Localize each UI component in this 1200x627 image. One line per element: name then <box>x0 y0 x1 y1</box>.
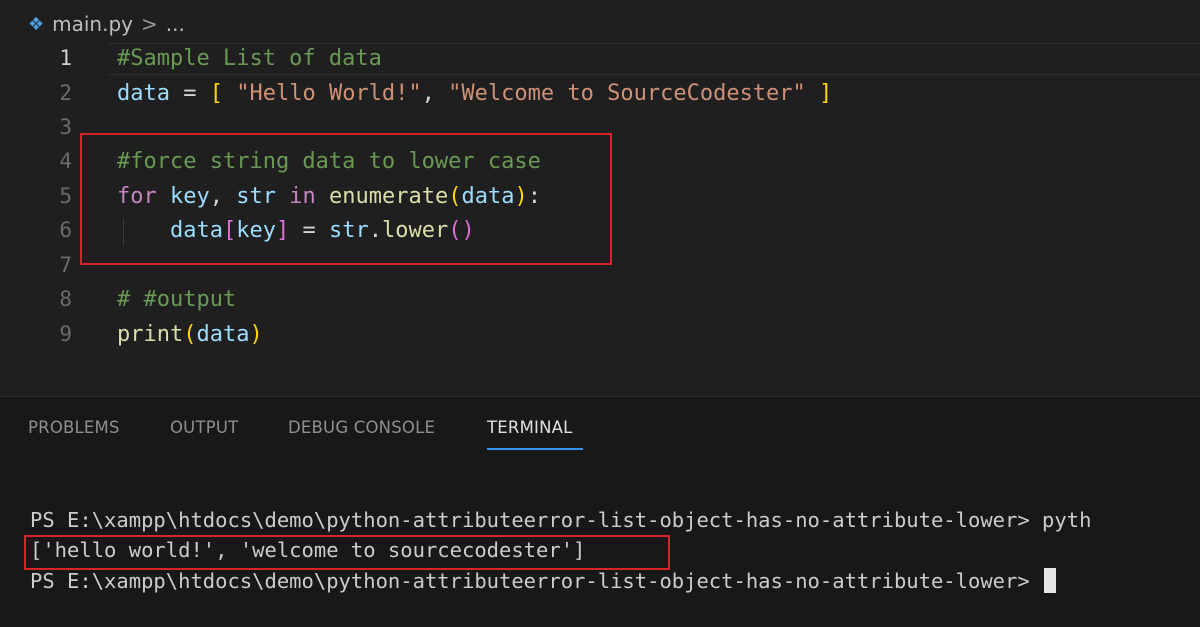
breadcrumb-more[interactable]: ... <box>166 12 185 36</box>
code-token: # #output <box>117 286 237 312</box>
tab-problems[interactable]: PROBLEMS <box>28 418 170 437</box>
tab-terminal[interactable]: TERMINAL <box>487 418 573 437</box>
line-number: 9 <box>59 322 72 347</box>
code-text: # #output <box>117 287 236 312</box>
line-number: 8 <box>59 287 72 312</box>
code-token: ( <box>183 321 197 347</box>
panel-tabs: PROBLEMS OUTPUT DEBUG CONSOLE TERMINAL <box>28 418 573 437</box>
code-line[interactable]: 8 # #output <box>0 282 1200 317</box>
code-token: data <box>117 80 170 106</box>
line-number: 6 <box>59 218 72 243</box>
code-highlight-box <box>80 133 612 265</box>
line-number: 4 <box>59 149 72 174</box>
line-number: 5 <box>59 184 72 209</box>
terminal-prompt-line[interactable]: PS E:\xampp\htdocs\demo\python-attribute… <box>30 568 1057 593</box>
terminal-line-1: PS E:\xampp\htdocs\demo\python-attribute… <box>30 508 1092 532</box>
tab-output[interactable]: OUTPUT <box>170 418 288 437</box>
code-token: data <box>196 321 250 347</box>
tab-debug-console[interactable]: DEBUG CONSOLE <box>288 418 487 437</box>
code-token: #Sample List of data <box>117 45 382 71</box>
code-token: [ <box>209 80 223 106</box>
code-token: ] <box>819 80 833 106</box>
python-file-icon: ❖ <box>28 13 45 35</box>
terminal-highlight-box <box>24 535 670 570</box>
chevron-right-icon: > <box>141 12 158 36</box>
code-token: "Hello World!" <box>236 80 422 106</box>
line-number: 7 <box>59 253 72 278</box>
code-token: , <box>421 80 449 106</box>
line-number: 3 <box>59 115 72 140</box>
code-token: = <box>169 80 210 106</box>
code-text: #Sample List of data <box>117 46 382 71</box>
line-number: 1 <box>59 46 72 71</box>
code-line[interactable]: 2 data = [ "Hello World!", "Welcome to So… <box>0 76 1200 111</box>
code-token: ) <box>249 321 263 347</box>
code-line[interactable]: 9 print(data) <box>0 317 1200 352</box>
code-token: print <box>117 321 184 347</box>
code-token: "Welcome to SourceCodester" <box>448 80 806 106</box>
code-text: data = [ "Hello World!", "Welcome to Sou… <box>117 81 832 106</box>
breadcrumb-file[interactable]: main.py <box>52 12 133 36</box>
terminal-prompt: PS E:\xampp\htdocs\demo\python-attribute… <box>30 569 1043 593</box>
active-tab-indicator <box>487 448 583 450</box>
line-number: 2 <box>59 81 72 106</box>
code-editor[interactable]: ❖ main.py > ... 1 #Sample List of data 2 da… <box>0 0 1200 395</box>
breadcrumb: ❖ main.py > ... <box>28 10 185 38</box>
code-text: print(data) <box>117 322 263 347</box>
terminal-cursor <box>1044 568 1057 593</box>
code-line[interactable]: 1 #Sample List of data <box>0 41 1200 76</box>
